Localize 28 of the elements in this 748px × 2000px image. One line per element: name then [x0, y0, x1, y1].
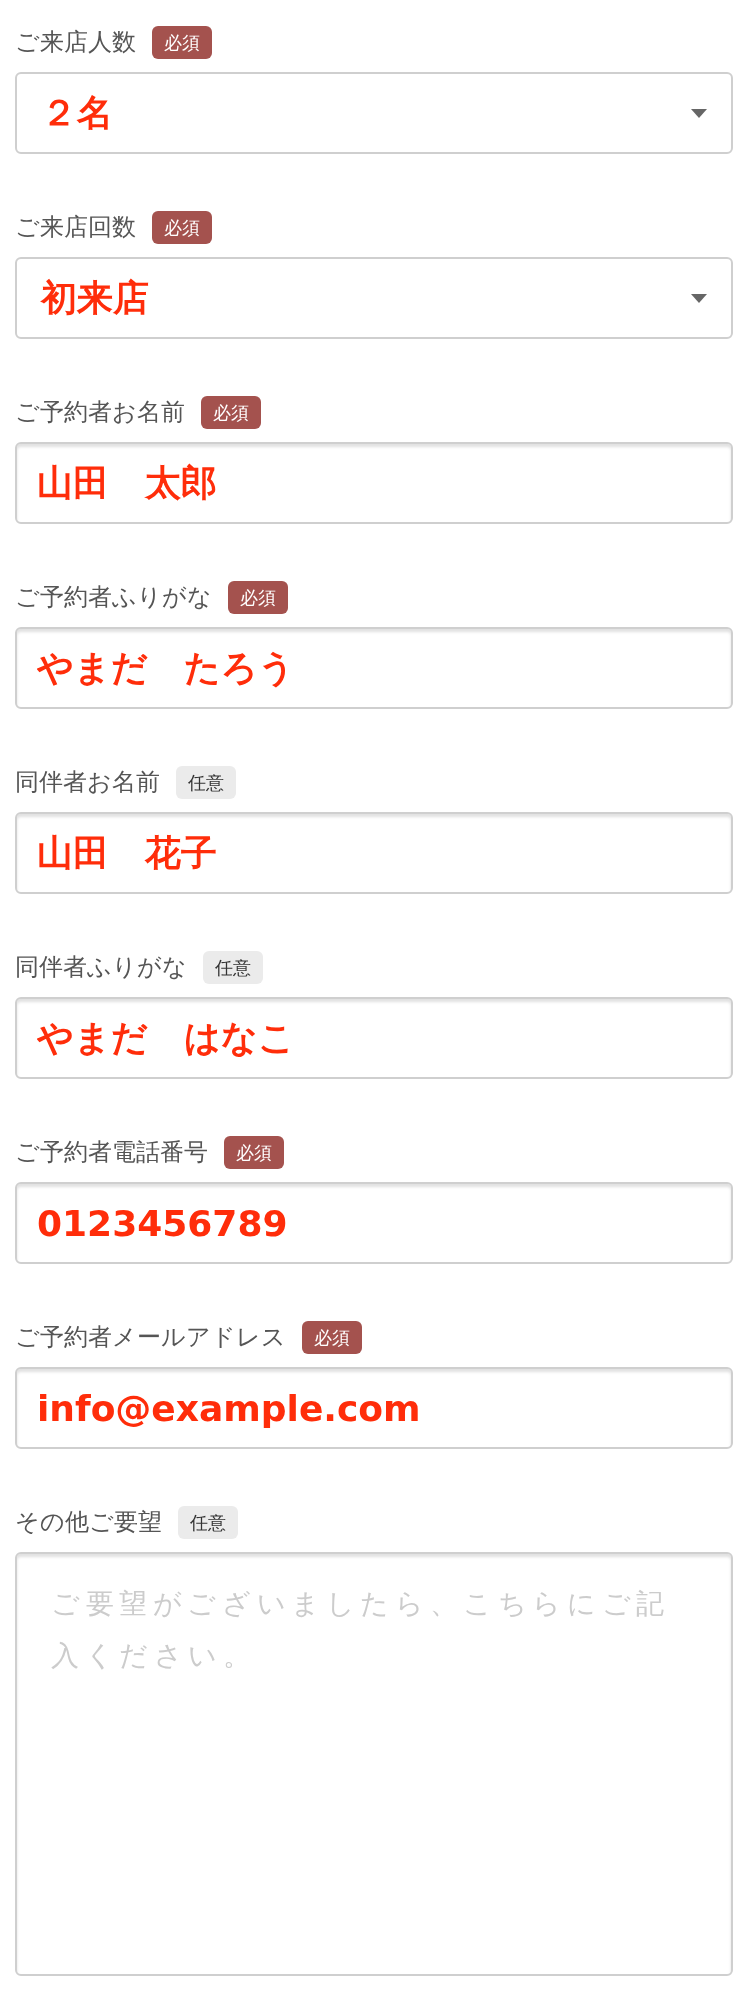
required-tag: 必須: [152, 25, 212, 59]
field-label: ご予約者ふりがな: [15, 582, 212, 613]
required-tag: 必須: [228, 580, 288, 614]
field-label: ご予約者電話番号: [15, 1137, 208, 1168]
field-label: ご来店回数: [15, 212, 136, 243]
optional-tag: 任意: [176, 765, 236, 799]
optional-tag: 任意: [178, 1505, 238, 1539]
required-tag: 必須: [224, 1135, 284, 1169]
field-label: 同伴者お名前: [15, 767, 160, 798]
required-tag: 必須: [302, 1320, 362, 1354]
input-field[interactable]: やまだ たろう: [15, 627, 733, 709]
optional-tag: 任意: [203, 950, 263, 984]
input-field[interactable]: 山田 花子: [15, 812, 733, 894]
field-label: ご予約者お名前: [15, 397, 185, 428]
field-label: ご予約者メールアドレス: [15, 1322, 286, 1353]
caret-icon: [691, 108, 707, 118]
field-label: 同伴者ふりがな: [15, 952, 187, 983]
dropdown-field[interactable]: 初来店: [15, 257, 733, 339]
required-tag: 必須: [201, 395, 261, 429]
field-label: その他ご要望: [15, 1507, 162, 1538]
input-field[interactable]: やまだ はなこ: [15, 997, 733, 1079]
dropdown-field[interactable]: ２名: [15, 72, 733, 154]
required-tag: 必須: [152, 210, 212, 244]
caret-icon: [691, 293, 707, 303]
input-field[interactable]: info@example.com: [15, 1367, 733, 1449]
field-label: ご来店人数: [15, 27, 136, 58]
input-field[interactable]: 0123456789: [15, 1182, 733, 1264]
input-field[interactable]: 山田 太郎: [15, 442, 733, 524]
